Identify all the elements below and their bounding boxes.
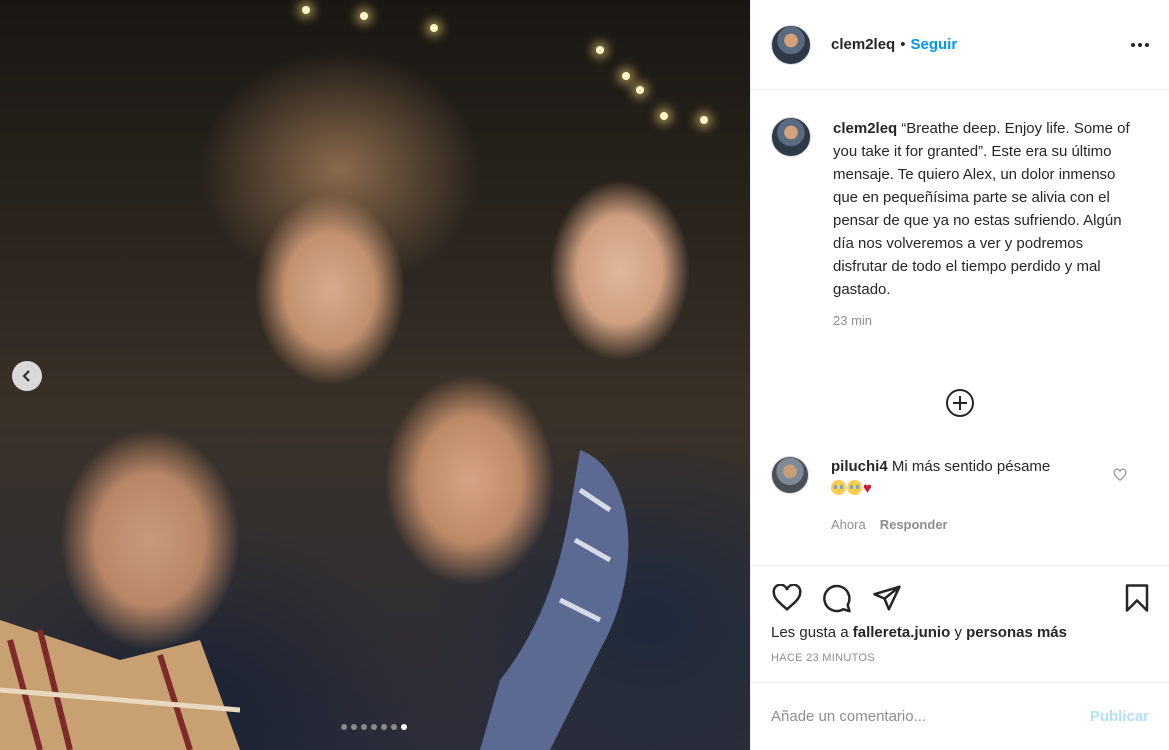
carousel-dot: [401, 724, 407, 730]
chevron-left-icon: [22, 370, 30, 382]
liked-by-username[interactable]: fallereta.junio: [853, 624, 951, 641]
post-timestamp[interactable]: HACE 23 MINUTOS: [771, 652, 1149, 664]
share-button[interactable]: [871, 582, 903, 614]
carousel-dot: [361, 724, 367, 730]
author-username[interactable]: clem2leq: [831, 36, 895, 53]
comment-time[interactable]: Ahora: [831, 514, 866, 536]
street-light: [636, 86, 644, 94]
follow-button[interactable]: Seguir: [910, 36, 957, 53]
comment-username[interactable]: piluchi4: [831, 458, 888, 475]
street-light: [622, 72, 630, 80]
share-icon: [873, 585, 901, 611]
post-caption: clem2leq “Breathe deep. Enjoy life. Some …: [771, 117, 1149, 332]
author-avatar[interactable]: [771, 24, 811, 65]
load-more-comments-button[interactable]: [945, 388, 975, 418]
carousel-dot: [351, 724, 357, 730]
scarf-blue: [480, 450, 629, 750]
caption-username[interactable]: clem2leq: [833, 120, 897, 137]
crying-emoji: [831, 480, 846, 495]
like-button[interactable]: [771, 582, 803, 614]
comment-input[interactable]: [771, 708, 1090, 725]
plus-circle-icon: [946, 389, 974, 417]
post-details-panel: clem2leq • Seguir clem2leq “Breathe deep.…: [750, 0, 1169, 750]
post-header: clem2leq • Seguir: [751, 0, 1169, 90]
save-button[interactable]: [1121, 582, 1153, 614]
carousel-dot: [341, 724, 347, 730]
crying-emoji: [847, 480, 862, 495]
separator-dot: •: [900, 36, 906, 53]
post-actions-section: Les gusta a fallereta.junio y personas m…: [751, 565, 1169, 682]
bookmark-icon: [1125, 584, 1149, 612]
caption-time[interactable]: 23 min: [833, 309, 1138, 332]
reply-button[interactable]: Responder: [880, 514, 948, 536]
publish-button[interactable]: Publicar: [1090, 708, 1149, 725]
carousel-prev-button[interactable]: [12, 361, 42, 391]
street-light: [596, 46, 604, 54]
heart-icon: [772, 584, 802, 611]
street-light: [660, 112, 668, 120]
likes-prefix: Les gusta a: [771, 624, 849, 641]
heart-emoji: ♥: [863, 480, 872, 497]
street-light: [700, 116, 708, 124]
commenter-avatar[interactable]: [771, 456, 809, 494]
comment-item: piluchi4 Mi más sentido pésame ♥ Ahora R…: [771, 456, 1149, 536]
street-light: [302, 6, 310, 14]
likes-others-link[interactable]: personas más: [966, 624, 1067, 641]
comments-section: clem2leq “Breathe deep. Enjoy life. Some …: [751, 90, 1169, 565]
carousel-dot: [391, 724, 397, 730]
comment-icon: [823, 584, 851, 613]
comment-button[interactable]: [821, 582, 853, 614]
add-comment-bar: Publicar: [751, 682, 1169, 750]
more-options-icon[interactable]: [1131, 37, 1149, 53]
comment-text: Mi más sentido pésame: [891, 458, 1051, 475]
scarf-plaid: [0, 620, 240, 750]
street-light: [360, 12, 368, 20]
caption-text: “Breathe deep. Enjoy life. Some of you t…: [833, 120, 1130, 298]
post-photo[interactable]: [0, 0, 750, 750]
street-light: [430, 24, 438, 32]
likes-summary: Les gusta a fallereta.junio y personas m…: [771, 624, 1149, 641]
carousel-dot: [381, 724, 387, 730]
carousel-dot: [371, 724, 377, 730]
caption-avatar[interactable]: [771, 117, 811, 157]
instagram-post: clem2leq • Seguir clem2leq “Breathe deep.…: [0, 0, 1169, 750]
carousel-indicator: [341, 724, 407, 730]
likes-conjunction: y: [954, 624, 962, 641]
action-bar: [771, 566, 1149, 624]
comment-like-icon[interactable]: [1113, 468, 1127, 482]
